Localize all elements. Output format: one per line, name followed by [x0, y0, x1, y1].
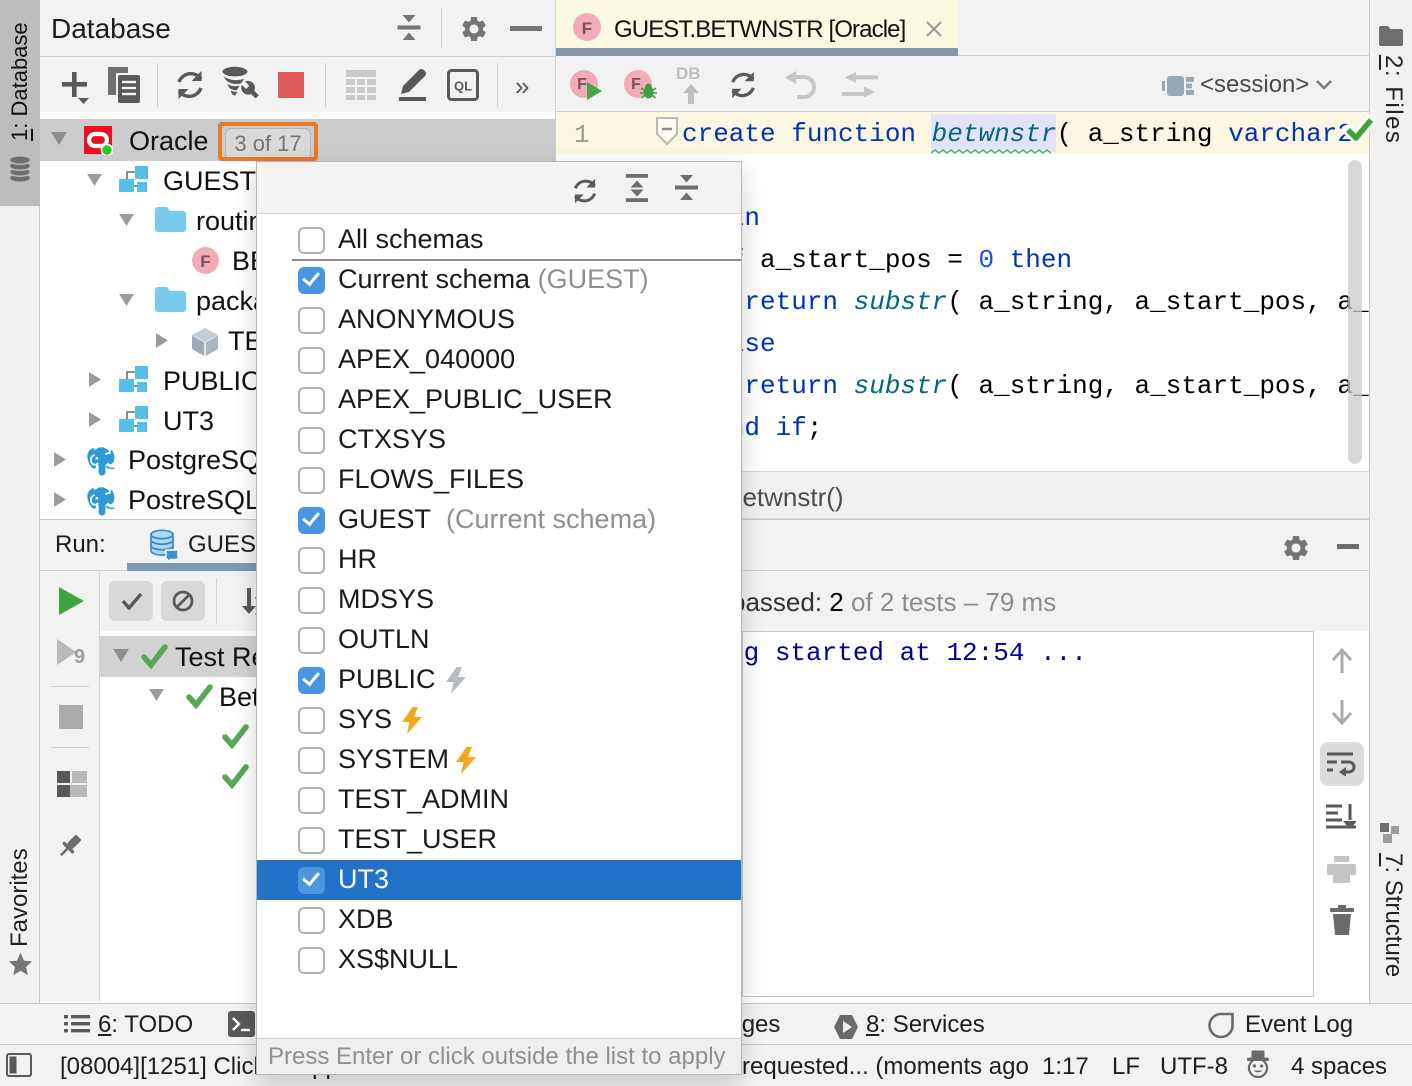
svg-text:QL: QL — [454, 79, 472, 94]
svg-text:9: 9 — [74, 646, 85, 667]
